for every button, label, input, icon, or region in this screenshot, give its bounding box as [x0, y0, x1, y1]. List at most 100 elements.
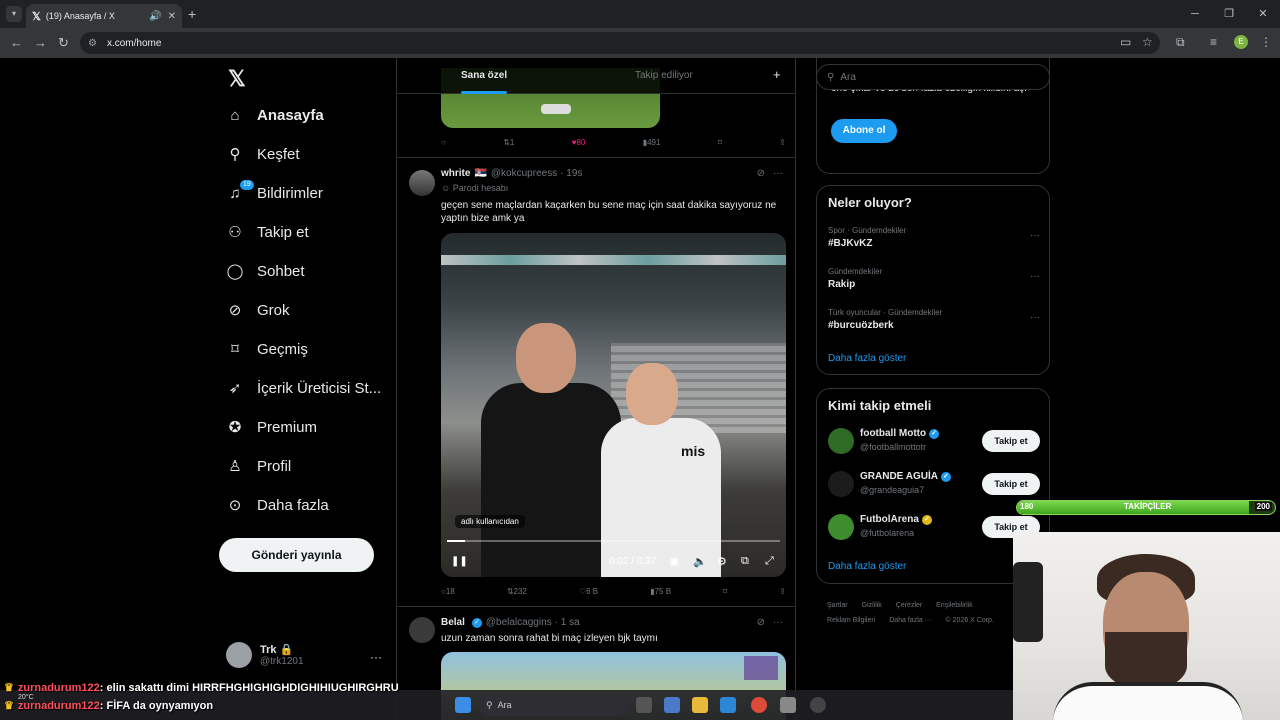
footer-link[interactable]: Çerezler [896, 602, 922, 609]
file-explorer-icon[interactable] [692, 697, 708, 713]
share-icon[interactable]: ⇪ [779, 587, 786, 596]
nav-grok[interactable]: ⊘ Grok [226, 301, 290, 320]
reload-button[interactable]: ↻ [58, 35, 69, 51]
taskbar-search[interactable]: ⚲ Ara [478, 694, 628, 716]
store-icon[interactable] [780, 697, 796, 713]
repost-button[interactable]: ⇅ 232 [507, 587, 527, 596]
like-button[interactable]: ♥ 80 [572, 138, 586, 147]
bookmark-star-icon[interactable]: ☆ [1142, 35, 1153, 49]
nav-more[interactable]: ⊙ Daha fazla [226, 496, 329, 515]
repost-button[interactable]: ⇅ 1 [503, 138, 514, 147]
nav-creator-studio[interactable]: ➶ İçerik Üreticisi St... [226, 379, 381, 398]
add-feed-icon[interactable]: + [773, 67, 781, 82]
nav-follow[interactable]: ⚇ Takip et [226, 223, 308, 242]
grok-explain-icon[interactable]: ⊘ [757, 617, 765, 628]
tweet-more-icon[interactable]: ··· [773, 617, 783, 628]
back-button[interactable]: ← [10, 35, 23, 50]
subscribe-button[interactable]: Abone ol [831, 119, 897, 143]
task-view-icon[interactable] [636, 697, 652, 713]
trend-more-icon[interactable]: ··· [1030, 230, 1040, 241]
tweet-time[interactable]: · 19s [560, 168, 582, 179]
suggestion-avatar[interactable] [828, 471, 854, 497]
tweet-author-name[interactable]: whrite [441, 168, 470, 179]
site-info-icon[interactable]: ⚙ [88, 38, 97, 49]
tab-search-button[interactable]: ▾ [6, 6, 22, 22]
edge-icon[interactable] [720, 697, 736, 713]
settings-icon[interactable]: ⚙ [717, 555, 727, 568]
bookmark-icon[interactable]: ⌑ [718, 138, 722, 147]
share-icon[interactable]: ⇪ [779, 138, 786, 147]
pause-icon[interactable]: ❚❚ [451, 556, 468, 567]
picture-in-picture-icon[interactable]: ⧉ [741, 555, 749, 568]
menu-icon[interactable]: ⋮ [1260, 35, 1272, 49]
tweet-avatar[interactable] [409, 617, 435, 643]
trend-more-icon[interactable]: ··· [1030, 271, 1040, 282]
speaker-icon[interactable]: 🔊 [149, 11, 161, 22]
tweet-author-name[interactable]: Belal [441, 617, 465, 628]
search-input[interactable]: ⚲ Ara [816, 64, 1050, 90]
follow-button[interactable]: Takip et [982, 473, 1040, 495]
suggestion-avatar[interactable] [828, 428, 854, 454]
restore-button[interactable]: ❐ [1212, 0, 1246, 28]
grok-explain-icon[interactable]: ⊘ [757, 168, 765, 179]
bookmark-icon[interactable]: ⌑ [723, 587, 727, 596]
suggestion-avatar[interactable] [828, 514, 854, 540]
follow-suggestion[interactable]: GRANDE AGUİA ✓ @grandeaguia7 Takip et [828, 469, 1040, 501]
nav-home[interactable]: ⌂ Anasayfa [226, 106, 323, 124]
video-progress-bar[interactable] [447, 540, 780, 542]
views-button[interactable]: ▮ 491 [643, 138, 661, 147]
trend-more-icon[interactable]: ··· [1030, 312, 1040, 323]
reply-button[interactable]: ○ 18 [441, 587, 455, 596]
account-more-icon[interactable]: ··· [370, 650, 382, 664]
post-button[interactable]: Gönderi yayınla [219, 538, 374, 572]
tweet-time[interactable]: · 1 sa [555, 617, 580, 628]
minimize-button[interactable]: ─ [1178, 0, 1212, 28]
address-bar[interactable]: ⚙ x.com/home [80, 32, 1160, 54]
video-source-label[interactable]: adlı kullanıcıdan [455, 515, 525, 528]
obs-icon[interactable] [810, 697, 826, 713]
footer-link[interactable]: Şartlar [827, 602, 848, 609]
x-logo-icon[interactable]: 𝕏 [228, 66, 246, 92]
widgets-icon[interactable] [664, 697, 680, 713]
footer-link[interactable]: Daha fazla ··· [889, 617, 931, 624]
tab-for-you[interactable]: Sana özel [461, 70, 507, 81]
footer-link[interactable]: Erişilebilirlik [936, 602, 973, 609]
trend-item[interactable]: Gündemdekiler Rakip ··· [828, 267, 1040, 290]
browser-tab[interactable]: 𝕏 (19) Anasayfa / X 🔊 ✕ [26, 4, 182, 28]
nav-chat[interactable]: ◯ Sohbet [226, 262, 305, 281]
footer-link[interactable]: Reklam Bilgileri [827, 617, 875, 624]
close-window-button[interactable]: ✕ [1246, 0, 1280, 28]
cast-icon[interactable]: ▭ [1120, 35, 1131, 49]
footer-link[interactable]: Gizlilik [862, 602, 882, 609]
start-icon[interactable] [455, 697, 471, 713]
follow-suggestion[interactable]: FutbolArena ✓ @futbolarena Takip et [828, 512, 1040, 544]
nav-bookmarks[interactable]: ⌑ Geçmiş [226, 340, 308, 359]
forward-button[interactable]: → [34, 35, 47, 50]
reply-button[interactable]: ○ [441, 138, 446, 147]
chrome-icon[interactable] [751, 697, 767, 713]
tweet-video[interactable]: mis adlı kullanıcıdan ❚❚ 0:02 / 0:37 ▣ 🔈… [441, 233, 786, 577]
trends-show-more-link[interactable]: Daha fazla göster [828, 353, 906, 364]
new-tab-button[interactable]: + [188, 6, 196, 22]
like-button[interactable]: ♡ 6 B [579, 587, 598, 596]
media-icon[interactable]: ≡ [1210, 35, 1217, 49]
captions-icon[interactable]: ▣ [669, 555, 679, 568]
tweet-more-icon[interactable]: ··· [773, 168, 783, 179]
nav-premium[interactable]: ✪ Premium [226, 418, 317, 437]
nav-explore[interactable]: ⚲ Keşfet [226, 145, 300, 164]
tweet-author-handle[interactable]: @kokcupreess [491, 168, 557, 179]
account-switcher[interactable]: Trk 🔒 @trk1201 ··· [226, 642, 382, 668]
follow-suggestion[interactable]: football Motto ✓ @footballmottotr Takip e… [828, 426, 1040, 458]
volume-icon[interactable]: 🔈 [693, 555, 707, 568]
profile-avatar[interactable]: E [1234, 35, 1248, 49]
trend-item[interactable]: Türk oyuncular · Gündemdekiler #burcuözb… [828, 308, 1040, 331]
nav-notifications[interactable]: ♫ 19 Bildirimler [226, 180, 323, 202]
nav-profile[interactable]: ♙ Profil [226, 457, 291, 476]
tweet-avatar[interactable] [409, 170, 435, 196]
tweet-author-handle[interactable]: @belalcaggins [486, 617, 552, 628]
who-show-more-link[interactable]: Daha fazla göster [828, 561, 906, 572]
extensions-icon[interactable]: ⧉ [1176, 35, 1185, 50]
views-button[interactable]: ▮ 75 B [650, 587, 671, 596]
tab-following[interactable]: Takip ediliyor [635, 70, 693, 81]
close-tab-icon[interactable]: ✕ [168, 11, 176, 22]
